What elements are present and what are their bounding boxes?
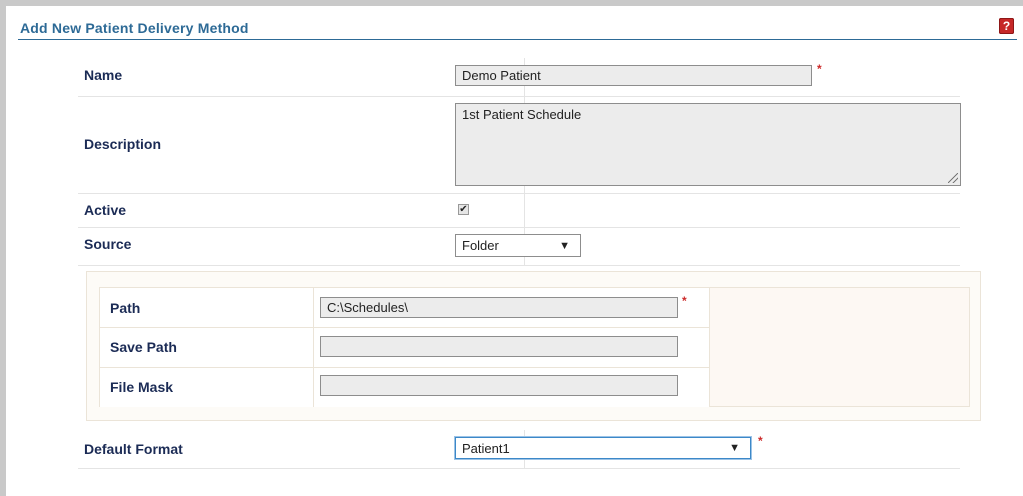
- active-row: Active ✔: [78, 194, 960, 228]
- path-row: Path C:\Schedules\ *: [100, 288, 709, 328]
- window-left-border: [0, 0, 6, 496]
- path-required-marker: *: [682, 294, 687, 308]
- row-divider: [313, 368, 314, 407]
- save-path-input[interactable]: [320, 336, 678, 357]
- save-path-label: Save Path: [110, 339, 177, 355]
- source-options-grid: Path C:\Schedules\ * Save Path File Mask: [99, 287, 970, 407]
- path-input[interactable]: C:\Schedules\: [320, 297, 678, 318]
- grid-right-divider: [709, 288, 710, 406]
- name-row: Name Demo Patient *: [78, 58, 960, 97]
- file-mask-label: File Mask: [110, 379, 174, 395]
- row-divider: [524, 194, 525, 227]
- name-label: Name: [84, 67, 123, 83]
- form-header: Add New Patient Delivery Method ?: [18, 18, 1017, 40]
- chevron-down-icon: ▼: [729, 442, 740, 454]
- row-divider: [313, 328, 314, 367]
- file-mask-row: File Mask: [100, 368, 709, 407]
- source-selected-value: Folder: [462, 238, 499, 253]
- row-divider: [313, 288, 314, 327]
- name-required-marker: *: [817, 62, 822, 76]
- description-textarea[interactable]: 1st Patient Schedule: [455, 103, 961, 186]
- file-mask-input[interactable]: [320, 375, 678, 396]
- description-row: Description 1st Patient Schedule: [78, 97, 961, 194]
- help-icon[interactable]: ?: [999, 18, 1014, 34]
- default-format-select[interactable]: Patient1 ▼: [455, 437, 751, 459]
- name-input[interactable]: Demo Patient: [455, 65, 812, 86]
- default-format-selected-value: Patient1: [462, 440, 510, 456]
- source-select[interactable]: Folder ▼: [455, 234, 581, 257]
- chevron-down-icon: ▼: [559, 239, 570, 252]
- save-path-row: Save Path: [100, 328, 709, 368]
- source-label: Source: [84, 236, 132, 252]
- source-row: Source Folder ▼: [78, 228, 960, 266]
- resize-grip-icon[interactable]: [948, 173, 958, 183]
- default-format-label: Default Format: [84, 441, 183, 457]
- default-format-row: Default Format Patient1 ▼ *: [78, 430, 960, 469]
- default-format-required-marker: *: [758, 434, 763, 448]
- active-label: Active: [84, 202, 127, 218]
- page-title: Add New Patient Delivery Method: [20, 20, 249, 36]
- window-top-border: [0, 0, 1023, 6]
- description-text: 1st Patient Schedule: [462, 107, 582, 122]
- active-checkbox[interactable]: ✔: [458, 204, 469, 215]
- description-label: Description: [84, 136, 162, 152]
- path-label: Path: [110, 300, 141, 316]
